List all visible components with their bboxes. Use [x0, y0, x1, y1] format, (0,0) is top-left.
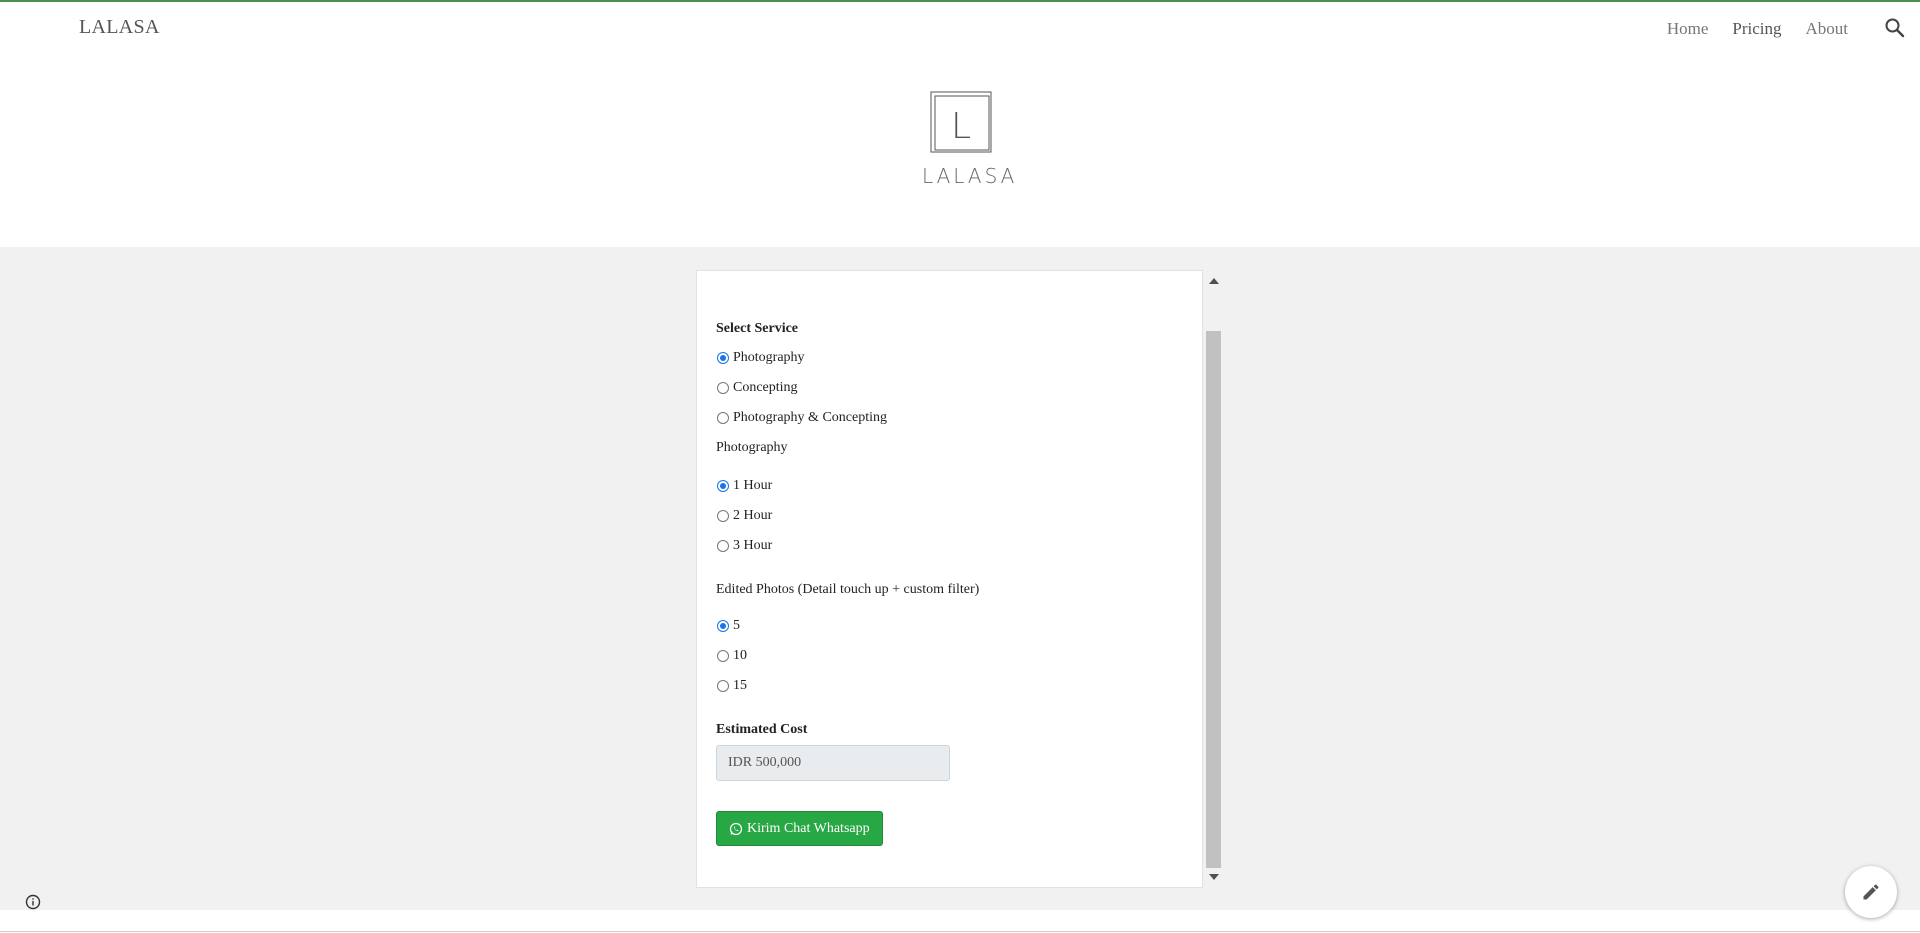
duration-option-3-hour[interactable]: 3 Hour: [716, 531, 1176, 561]
option-label: 1 Hour: [733, 478, 773, 493]
option-label: 10: [733, 648, 747, 663]
radio-button[interactable]: [717, 510, 729, 522]
duration-option-1-hour[interactable]: 1 Hour: [716, 471, 1176, 501]
edited-option-10[interactable]: 10: [716, 641, 1176, 671]
option-label: 2 Hour: [733, 508, 773, 523]
radio-button[interactable]: [717, 540, 729, 552]
site-header: LALASA Home Pricing About: [0, 2, 1920, 54]
option-label: Concepting: [733, 380, 798, 395]
logo-letter: L: [951, 106, 971, 147]
radio-button[interactable]: [717, 352, 729, 364]
form-scrollbar[interactable]: [1204, 270, 1223, 888]
radio-button[interactable]: [717, 620, 729, 632]
footer-divider: [0, 931, 1920, 932]
edit-button[interactable]: [1845, 866, 1897, 918]
edited-option-15[interactable]: 15: [716, 671, 1176, 701]
scroll-up-arrow-icon[interactable]: [1209, 278, 1219, 284]
radio-button[interactable]: [717, 480, 729, 492]
main-nav: Home Pricing About: [1667, 19, 1848, 39]
whatsapp-button-label: Kirim Chat Whatsapp: [747, 820, 870, 836]
logo-wordmark: LALASA: [922, 164, 1018, 188]
whatsapp-chat-button[interactable]: Kirim Chat Whatsapp: [716, 811, 883, 846]
pricing-form: Select Service Photography Concepting Ph…: [716, 321, 1176, 846]
scroll-down-arrow-icon[interactable]: [1209, 874, 1219, 880]
estimated-cost-field: IDR 500,000: [716, 745, 950, 781]
info-icon[interactable]: [25, 894, 41, 910]
option-label: 15: [733, 678, 747, 693]
option-label: 3 Hour: [733, 538, 773, 553]
radio-button[interactable]: [717, 650, 729, 662]
nav-pricing[interactable]: Pricing: [1732, 19, 1781, 39]
pricing-form-panel: Select Service Photography Concepting Ph…: [696, 270, 1203, 888]
site-logo[interactable]: L LALASA: [922, 90, 1018, 190]
radio-button[interactable]: [717, 412, 729, 424]
scroll-thumb[interactable]: [1206, 331, 1221, 868]
option-label: Photography: [733, 350, 805, 365]
select-service-label: Select Service: [716, 321, 799, 336]
edited-photos-label: Edited Photos (Detail touch up + custom …: [716, 582, 980, 597]
service-option-photography[interactable]: Photography: [716, 343, 1176, 373]
edited-option-5[interactable]: 5: [716, 611, 1176, 641]
duration-option-2-hour[interactable]: 2 Hour: [716, 501, 1176, 531]
site-title[interactable]: LALASA: [79, 16, 160, 39]
search-icon[interactable]: [1883, 16, 1907, 40]
service-option-photography-concepting[interactable]: Photography & Concepting: [716, 403, 1176, 433]
estimated-cost-label: Estimated Cost: [716, 722, 808, 737]
service-option-concepting[interactable]: Concepting: [716, 373, 1176, 403]
logo-mark: L: [930, 91, 992, 153]
pencil-icon: [1863, 884, 1879, 900]
whatsapp-icon: [729, 822, 743, 835]
photography-label: Photography: [716, 440, 788, 455]
option-label: Photography & Concepting: [733, 410, 887, 425]
nav-about[interactable]: About: [1806, 19, 1849, 39]
radio-button[interactable]: [717, 382, 729, 394]
radio-button[interactable]: [717, 680, 729, 692]
option-label: 5: [733, 618, 740, 633]
nav-home[interactable]: Home: [1667, 19, 1709, 39]
